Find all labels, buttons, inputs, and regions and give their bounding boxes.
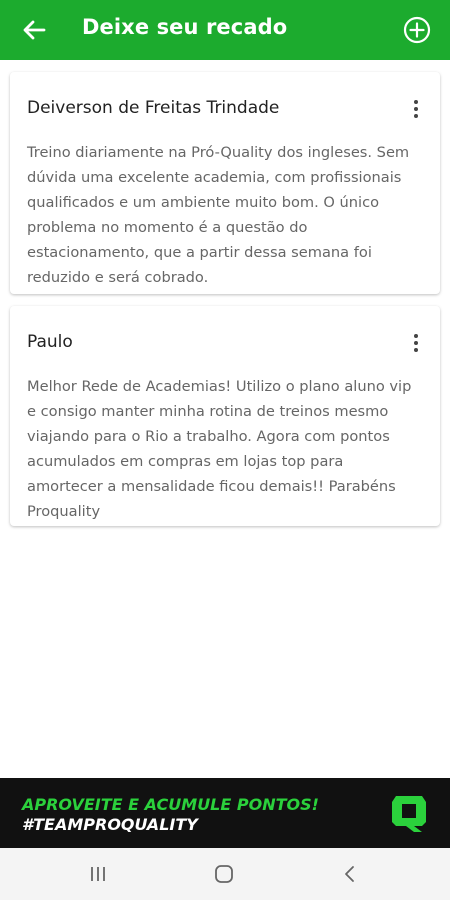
banner-line-1: APROVEITE E ACUMULE PONTOS!	[22, 795, 319, 814]
message-text: Melhor Rede de Academias! Utilizo o plan…	[27, 378, 412, 520]
recent-apps-icon[interactable]	[86, 862, 110, 886]
message-card: Deiverson de Freitas Trindade Treino dia…	[10, 72, 440, 294]
more-vert-icon[interactable]	[408, 98, 424, 120]
banner-line-2: #TEAMPROQUALITY	[22, 815, 198, 834]
system-navigation-bar	[0, 848, 450, 900]
message-card: Paulo Melhor Rede de Academias! Utilizo …	[10, 306, 440, 526]
plus-circle-icon[interactable]	[402, 15, 432, 45]
app-bar: Deixe seu recado	[0, 0, 450, 60]
proquality-logo-icon	[392, 796, 426, 832]
message-text: Treino diariamente na Pró-Quality dos in…	[27, 144, 410, 286]
message-list: Deiverson de Freitas Trindade Treino dia…	[0, 60, 450, 778]
arrow-left-icon[interactable]	[20, 16, 48, 44]
page-title: Deixe seu recado	[82, 15, 288, 39]
home-icon[interactable]	[212, 862, 236, 886]
author-name: Paulo	[27, 332, 73, 352]
back-icon[interactable]	[338, 862, 362, 886]
author-name: Deiverson de Freitas Trindade	[27, 98, 280, 118]
more-vert-icon[interactable]	[408, 332, 424, 354]
promo-banner[interactable]: APROVEITE E ACUMULE PONTOS! #TEAMPROQUAL…	[0, 778, 450, 848]
